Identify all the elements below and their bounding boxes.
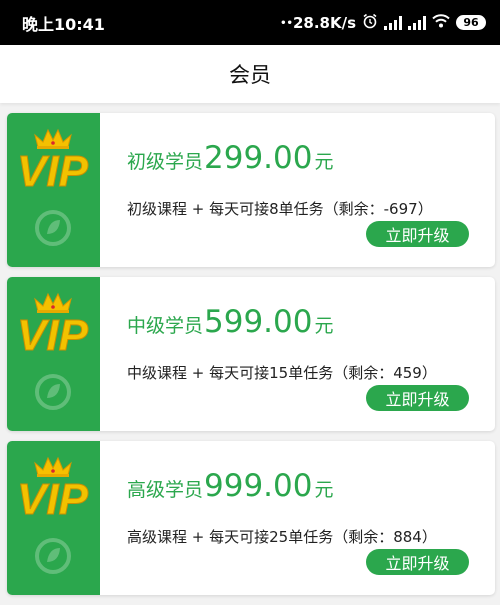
page-title: 会员 xyxy=(229,63,271,87)
vip-logo: VIP xyxy=(17,475,90,522)
upgrade-button[interactable]: 立即升级 xyxy=(366,221,469,247)
membership-level: 初级学员 xyxy=(127,151,204,173)
membership-title: 初级学员 299.00 元 xyxy=(127,140,334,176)
battery-icon: 96 xyxy=(456,15,486,30)
svg-text:VIP: VIP xyxy=(17,475,89,521)
membership-list: VIP 初级学员 299.00 元 初级课程 + 每天可接8单任务（剩余：-69… xyxy=(7,113,495,605)
membership-level: 中级学员 xyxy=(127,315,204,337)
membership-price: 599.00 xyxy=(204,304,313,340)
price-unit: 元 xyxy=(314,151,334,173)
alarm-clock-icon xyxy=(362,13,378,33)
membership-card: VIP 中级学员 599.00 元 中级课程 + 每天可接15单任务（剩余：45… xyxy=(7,277,495,431)
sync-leaf-icon xyxy=(35,374,71,410)
membership-info: 初级学员 299.00 元 初级课程 + 每天可接8单任务（剩余：-697） 立… xyxy=(100,113,495,267)
vip-badge: VIP xyxy=(7,277,100,431)
membership-description: 中级课程 + 每天可接15单任务（剩余：459） xyxy=(127,364,437,382)
membership-card: VIP 高级学员 999.00 元 高级课程 + 每天可接25单任务（剩余：88… xyxy=(7,441,495,595)
status-bar: 晚上10:41 ••28.8K/s 96 xyxy=(0,0,500,45)
membership-info: 高级学员 999.00 元 高级课程 + 每天可接25单任务（剩余：884） 立… xyxy=(100,441,495,595)
membership-level: 高级学员 xyxy=(127,479,204,501)
vip-badge: VIP xyxy=(7,113,100,267)
sync-leaf-icon xyxy=(35,210,71,246)
status-time: 晚上10:41 xyxy=(22,14,105,34)
network-speed: ••28.8K/s xyxy=(280,13,356,32)
signal-icon xyxy=(384,15,402,30)
status-icons: ••28.8K/s 96 xyxy=(280,13,486,33)
vip-logo: VIP xyxy=(17,311,90,358)
membership-title: 高级学员 999.00 元 xyxy=(127,468,334,504)
price-unit: 元 xyxy=(314,315,334,337)
price-unit: 元 xyxy=(314,479,334,501)
membership-card: VIP 初级学员 299.00 元 初级课程 + 每天可接8单任务（剩余：-69… xyxy=(7,113,495,267)
sync-leaf-icon xyxy=(35,538,71,574)
vip-badge: VIP xyxy=(7,441,100,595)
membership-price: 299.00 xyxy=(204,140,313,176)
upgrade-button[interactable]: 立即升级 xyxy=(366,549,469,575)
vip-logo: VIP xyxy=(17,147,90,194)
wifi-icon xyxy=(432,13,450,32)
membership-description: 高级课程 + 每天可接25单任务（剩余：884） xyxy=(127,528,437,546)
svg-text:VIP: VIP xyxy=(17,311,89,357)
header: 会员 xyxy=(0,45,500,103)
membership-title: 中级学员 599.00 元 xyxy=(127,304,334,340)
membership-price: 999.00 xyxy=(204,468,313,504)
svg-text:VIP: VIP xyxy=(17,147,89,193)
membership-info: 中级学员 599.00 元 中级课程 + 每天可接15单任务（剩余：459） 立… xyxy=(100,277,495,431)
signal-icon-2 xyxy=(408,15,426,30)
upgrade-button[interactable]: 立即升级 xyxy=(366,385,469,411)
membership-description: 初级课程 + 每天可接8单任务（剩余：-697） xyxy=(127,200,433,218)
